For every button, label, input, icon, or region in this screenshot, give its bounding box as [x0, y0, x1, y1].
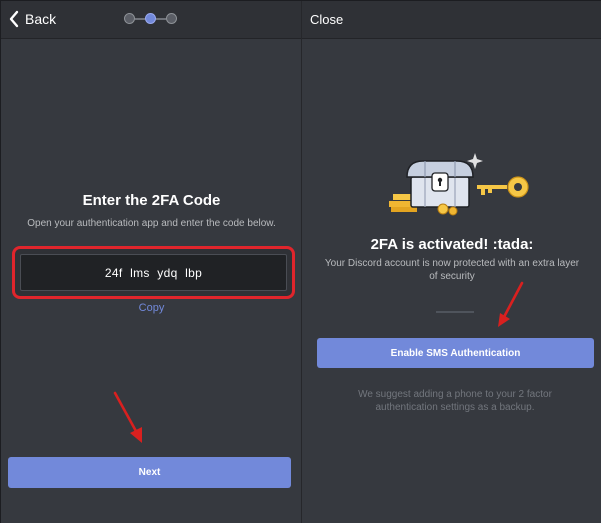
treasure-chest-key-illustration: [389, 153, 529, 216]
annotation-arrow-icon: [113, 391, 142, 443]
back-label: Back: [25, 11, 57, 27]
activated-message: Your Discord account is now protected wi…: [324, 258, 580, 282]
next-button[interactable]: Next: [8, 457, 291, 488]
enter-code-subtitle: Open your authentication app and enter t…: [27, 218, 276, 229]
step-dot-3: [166, 13, 177, 24]
enter-code-title: Enter the 2FA Code: [82, 192, 221, 209]
step-dot-1: [124, 13, 135, 24]
section-divider: [436, 311, 474, 313]
step-connector: [135, 17, 145, 20]
activated-panel: Close 2FA is activated!:tada: Your Disc…: [302, 1, 601, 523]
back-button[interactable]: Back: [9, 10, 56, 28]
enable-sms-auth-button[interactable]: Enable SMS Authentication: [317, 338, 594, 368]
backup-suggestion-text: We suggest adding a phone to your 2 fact…: [358, 389, 552, 413]
enter-code-panel: Back Enter the 2FA Code Open your authen…: [1, 1, 302, 523]
annotation-arrow-icon: [498, 281, 524, 327]
code-highlight-box: 24f lms ydq lbp: [12, 246, 295, 299]
chevron-left-icon: [9, 10, 19, 28]
step-indicator: [124, 13, 177, 24]
step-connector: [156, 17, 166, 20]
close-button[interactable]: Close: [310, 12, 343, 27]
copy-code-link[interactable]: Copy: [1, 302, 302, 314]
left-top-bar: Back: [1, 1, 302, 39]
app-frame: Back Enter the 2FA Code Open your authen…: [0, 0, 601, 523]
two-factor-code-field[interactable]: 24f lms ydq lbp: [20, 254, 287, 291]
activated-title: 2FA is activated! :tada:: [370, 236, 534, 253]
step-dot-2-active: [145, 13, 156, 24]
right-top-bar: Close: [302, 1, 601, 39]
